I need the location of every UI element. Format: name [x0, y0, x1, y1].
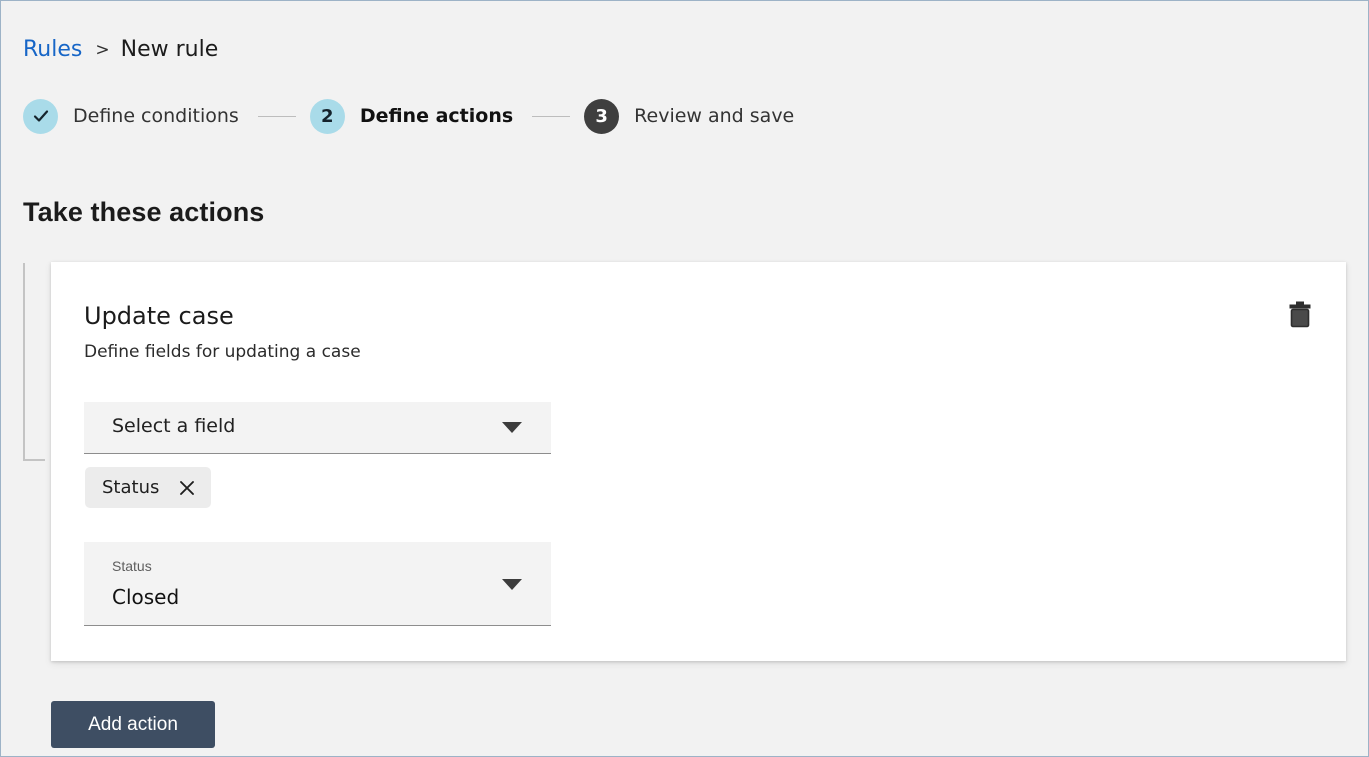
action-card-title: Update case [84, 302, 234, 330]
delete-action-button[interactable] [1283, 297, 1317, 331]
status-field-label: Status [112, 558, 152, 574]
status-field-value: Closed [112, 585, 180, 609]
action-card-subtitle: Define fields for updating a case [84, 342, 361, 362]
step-define-conditions[interactable]: Define conditions [23, 98, 239, 134]
chevron-down-icon [502, 422, 522, 433]
add-action-button[interactable]: Add action [51, 701, 215, 748]
selected-field-chip-status: Status [85, 467, 212, 508]
chip-remove-button[interactable] [176, 477, 198, 499]
close-icon [180, 480, 195, 495]
check-icon [33, 110, 48, 122]
step-2-indicator: 2 [309, 98, 345, 134]
step-1-label: Define conditions [73, 105, 239, 127]
select-a-field-placeholder: Select a field [112, 415, 236, 437]
step-connector-1 [257, 115, 296, 117]
step-3-indicator: 3 [584, 98, 620, 134]
status-value-dropdown[interactable]: Status Closed [84, 542, 551, 626]
breadcrumb-current-new-rule: New rule [120, 37, 219, 62]
step-connector-2 [532, 115, 571, 117]
step-3-label: Review and save [634, 105, 795, 127]
action-card-update-case: Update case Define fields for updating a… [51, 262, 1346, 661]
wizard-stepper: Define conditions 2 Define actions 3 Rev… [23, 98, 794, 134]
rules-builder-page: Rules > New rule Define conditions 2 Def… [0, 0, 1369, 757]
step-2-label: Define actions [359, 105, 514, 127]
breadcrumb: Rules > New rule [23, 35, 218, 65]
select-a-field-dropdown[interactable]: Select a field [84, 402, 551, 454]
breadcrumb-separator-icon: > [95, 40, 110, 60]
trash-icon [1289, 301, 1311, 328]
step-1-indicator [23, 98, 58, 134]
chevron-down-icon [502, 579, 522, 590]
chip-label: Status [102, 477, 160, 498]
breadcrumb-link-rules[interactable]: Rules [23, 35, 82, 65]
step-review-and-save[interactable]: 3 Review and save [584, 98, 795, 134]
step-define-actions[interactable]: 2 Define actions [309, 98, 514, 134]
action-group-bracket [23, 263, 45, 461]
page-title: Take these actions [23, 197, 265, 228]
